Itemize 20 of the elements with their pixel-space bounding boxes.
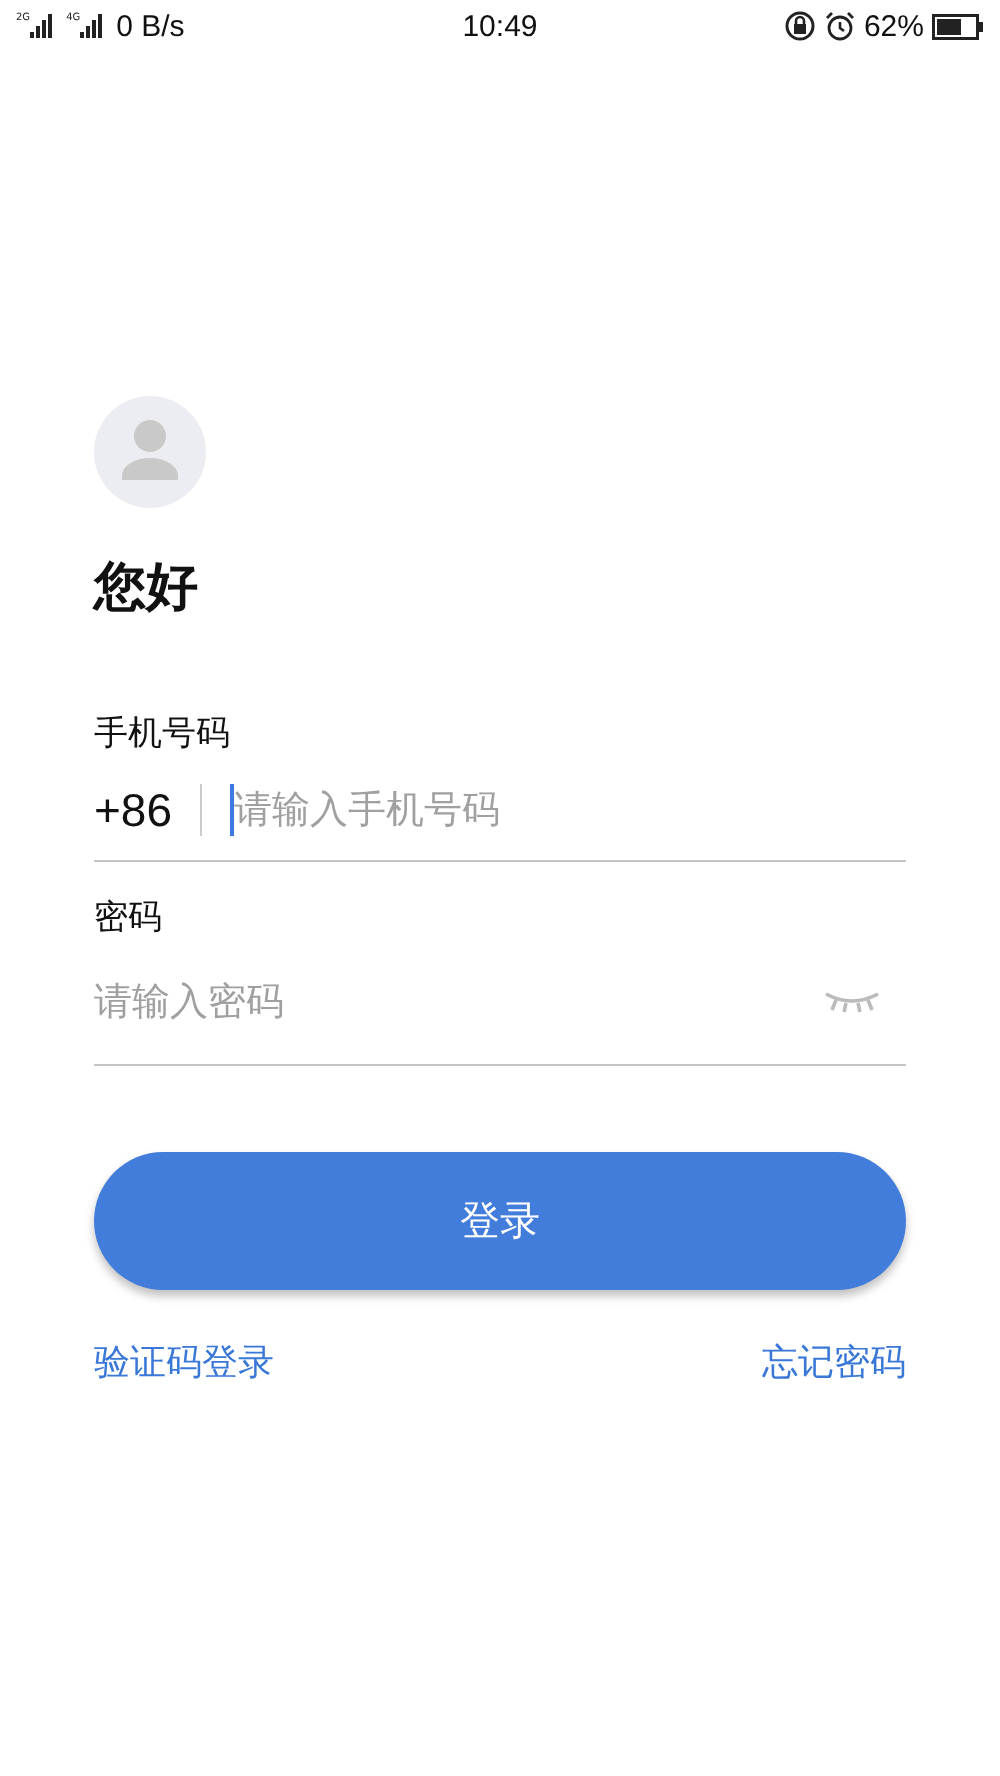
text-link[interactable]: 验证码登录 — [94, 1338, 274, 1386]
battery-icon — [931, 13, 984, 39]
alarm-icon — [823, 10, 856, 42]
rotation-lock-icon — [783, 10, 816, 42]
field-placeholder: 请输入手机号码 — [234, 786, 503, 836]
field-label: 密码 — [94, 896, 164, 940]
clock-time: 10:49 — [462, 9, 538, 43]
password-field[interactable]: 请输入密码 — [94, 940, 906, 1066]
battery-percent: 62% — [863, 9, 924, 43]
country-code[interactable]: +86 — [94, 783, 173, 837]
login-button[interactable]: 登录 — [94, 1152, 906, 1290]
phone-field[interactable]: +86 请输入手机号码 — [94, 760, 906, 862]
greeting-title: 您好 — [94, 556, 200, 622]
eye-closed-icon[interactable] — [822, 990, 882, 1014]
network-speed: 0 B/s — [116, 9, 185, 43]
text-cursor — [230, 784, 235, 836]
field-label: 手机号码 — [94, 712, 232, 756]
avatar-icon — [94, 396, 206, 508]
field-placeholder: 请输入密码 — [94, 978, 286, 1028]
text-link[interactable]: 忘记密码 — [762, 1338, 906, 1386]
